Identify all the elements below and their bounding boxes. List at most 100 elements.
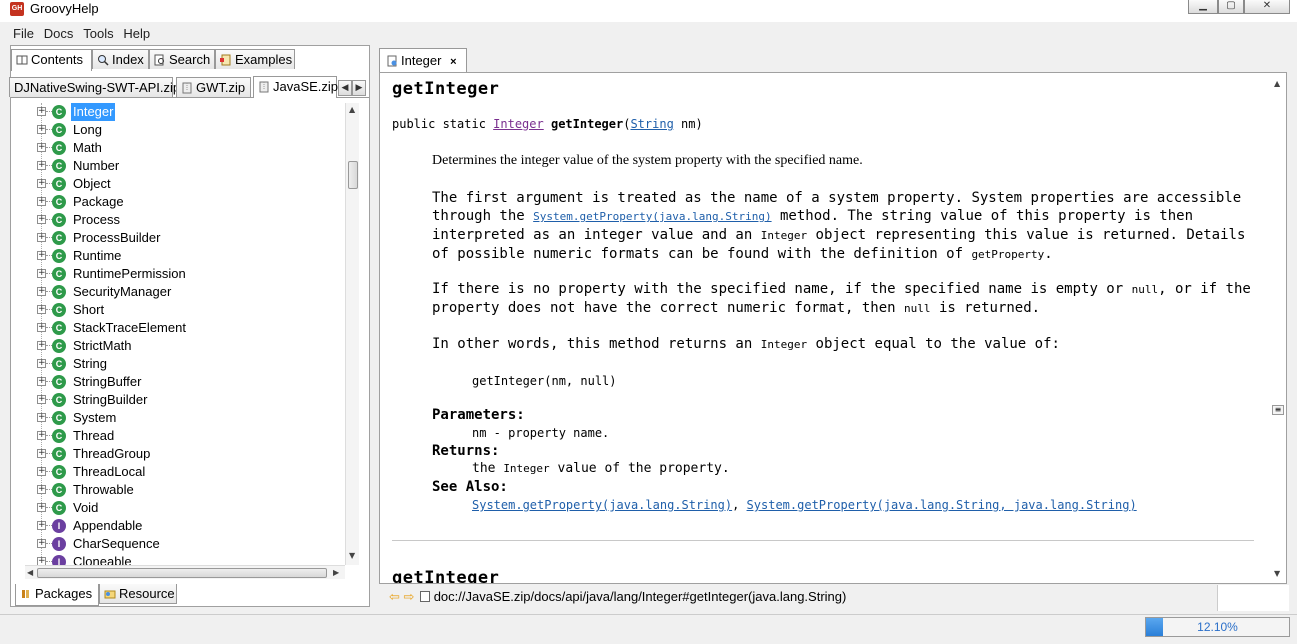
expand-icon[interactable]: +	[37, 287, 46, 296]
close-button[interactable]: ✕	[1244, 0, 1290, 14]
tree-item[interactable]: + C Math	[25, 139, 345, 157]
expand-icon[interactable]: +	[37, 449, 46, 458]
expand-icon[interactable]: +	[37, 143, 46, 152]
scroll-down-arrow-icon[interactable]: ▼	[349, 551, 355, 560]
tree-item[interactable]: + C Thread	[25, 427, 345, 445]
tree-item-label[interactable]: Runtime	[71, 247, 123, 265]
tree-item-label[interactable]: ThreadGroup	[71, 445, 152, 463]
expand-icon[interactable]: +	[37, 485, 46, 494]
tree-item[interactable]: + I Appendable	[25, 517, 345, 535]
tree-item[interactable]: + C String	[25, 355, 345, 373]
tree-item-label[interactable]: ThreadLocal	[71, 463, 147, 481]
tab-search[interactable]: Search	[149, 49, 215, 69]
expand-icon[interactable]: +	[37, 179, 46, 188]
document-url[interactable]: doc://JavaSE.zip/docs/api/java/lang/Inte…	[434, 589, 847, 604]
tree-item-label[interactable]: Short	[71, 301, 106, 319]
tree-item[interactable]: + C StringBuffer	[25, 373, 345, 391]
expand-icon[interactable]: +	[37, 341, 46, 350]
tree-item-label[interactable]: Throwable	[71, 481, 136, 499]
expand-icon[interactable]: +	[37, 503, 46, 512]
memory-progress-bar[interactable]: 12.10%	[1145, 617, 1290, 637]
tree-item[interactable]: + C ProcessBuilder	[25, 229, 345, 247]
menu-help[interactable]: Help	[120, 24, 153, 44]
tree-item[interactable]: + C Integer	[25, 103, 345, 121]
expand-icon[interactable]: +	[37, 557, 46, 565]
return-type-link[interactable]: Integer	[493, 117, 544, 131]
tree-item-label[interactable]: String	[71, 355, 109, 373]
expand-icon[interactable]: +	[37, 395, 46, 404]
expand-icon[interactable]: +	[37, 521, 46, 530]
expand-icon[interactable]: +	[37, 161, 46, 170]
tree-item[interactable]: + C Object	[25, 175, 345, 193]
document-viewer[interactable]: getInteger public static Integer getInte…	[379, 72, 1287, 584]
tree-item[interactable]: + C Runtime	[25, 247, 345, 265]
scroll-up-arrow-icon[interactable]: ▲	[349, 105, 355, 114]
tree-item-label[interactable]: StringBuffer	[71, 373, 143, 391]
tree-item-label[interactable]: ProcessBuilder	[71, 229, 162, 247]
tree-vertical-thumb[interactable]	[348, 161, 358, 189]
back-arrow-icon[interactable]: ⇦	[389, 589, 400, 604]
tree-item[interactable]: + C SecurityManager	[25, 283, 345, 301]
expand-icon[interactable]: +	[37, 539, 46, 548]
tree-item[interactable]: + C System	[25, 409, 345, 427]
tree-item[interactable]: + C StrictMath	[25, 337, 345, 355]
expand-icon[interactable]: +	[37, 323, 46, 332]
expand-icon[interactable]: +	[37, 125, 46, 134]
tree-item[interactable]: + C Process	[25, 211, 345, 229]
expand-icon[interactable]: +	[37, 359, 46, 368]
doc-scroll-grip-icon[interactable]: ≡	[1272, 405, 1284, 415]
close-tab-icon[interactable]: ×	[450, 56, 456, 68]
tree-item[interactable]: + C Throwable	[25, 481, 345, 499]
tree-item-label[interactable]: Long	[71, 121, 104, 139]
tree-horizontal-thumb[interactable]	[37, 568, 327, 578]
tree-item[interactable]: + I Cloneable	[25, 553, 345, 565]
tab-document-integer[interactable]: Integer ×	[379, 48, 467, 72]
expand-icon[interactable]: +	[37, 107, 46, 116]
see-also-link-2[interactable]: System.getProperty(java.lang.String, jav…	[747, 498, 1137, 512]
tree-item-label[interactable]: Number	[71, 157, 121, 175]
tree-item[interactable]: + C Void	[25, 499, 345, 517]
tree-item-label[interactable]: RuntimePermission	[71, 265, 188, 283]
expand-icon[interactable]: +	[37, 431, 46, 440]
document-vertical-scrollbar[interactable]: ▲ ≡ ▼	[1270, 73, 1286, 583]
tree-item-label[interactable]: Object	[71, 175, 113, 193]
maximize-button[interactable]: ▢	[1218, 0, 1244, 14]
scroll-left-arrow-icon[interactable]: ◀	[27, 568, 33, 577]
tree-item-label[interactable]: StringBuilder	[71, 391, 149, 409]
expand-icon[interactable]: +	[37, 305, 46, 314]
tree-item[interactable]: + C StringBuilder	[25, 391, 345, 409]
expand-icon[interactable]: +	[37, 215, 46, 224]
tree-item[interactable]: + C RuntimePermission	[25, 265, 345, 283]
expand-icon[interactable]: +	[37, 377, 46, 386]
param-type-link[interactable]: String	[630, 117, 673, 131]
tab-javase[interactable]: JavaSE.zip	[253, 76, 338, 98]
tree-item-label[interactable]: Math	[71, 139, 104, 157]
menu-tools[interactable]: Tools	[80, 24, 116, 44]
menu-file[interactable]: File	[10, 24, 37, 44]
tree-item[interactable]: + C Package	[25, 193, 345, 211]
tree-item-label[interactable]: Package	[71, 193, 126, 211]
tree-item-label[interactable]: Integer	[71, 103, 116, 121]
expand-icon[interactable]: +	[37, 467, 46, 476]
tab-index[interactable]: Index	[92, 49, 149, 69]
tree-item[interactable]: + C Number	[25, 157, 345, 175]
tab-scroll-left-button[interactable]: ◀	[338, 80, 352, 96]
tree-item[interactable]: + C Short	[25, 301, 345, 319]
tab-gwt[interactable]: GWT.zip	[176, 77, 251, 97]
system-getproperty-link[interactable]: System.getProperty(java.lang.String)	[533, 210, 771, 223]
tree-item[interactable]: + C StackTraceElement	[25, 319, 345, 337]
scroll-right-arrow-icon[interactable]: ▶	[333, 568, 339, 577]
minimize-button[interactable]: ▁	[1188, 0, 1218, 14]
tree-vertical-scrollbar[interactable]: ▲ ▼	[345, 103, 359, 565]
tab-djnativeswing[interactable]: DJNativeSwing-SWT-API.zip	[9, 77, 180, 97]
doc-scroll-up-arrow-icon[interactable]: ▲	[1274, 79, 1280, 88]
tree-horizontal-scrollbar[interactable]: ◀ ▶	[25, 565, 345, 579]
tree-item[interactable]: + C Long	[25, 121, 345, 139]
menu-docs[interactable]: Docs	[41, 24, 77, 44]
tree-item[interactable]: + I CharSequence	[25, 535, 345, 553]
tree-item[interactable]: + C ThreadLocal	[25, 463, 345, 481]
expand-icon[interactable]: +	[37, 197, 46, 206]
tab-scroll-right-button[interactable]: ▶	[352, 80, 366, 96]
doc-scroll-down-arrow-icon[interactable]: ▼	[1274, 569, 1280, 578]
see-also-link-1[interactable]: System.getProperty(java.lang.String)	[472, 498, 732, 512]
